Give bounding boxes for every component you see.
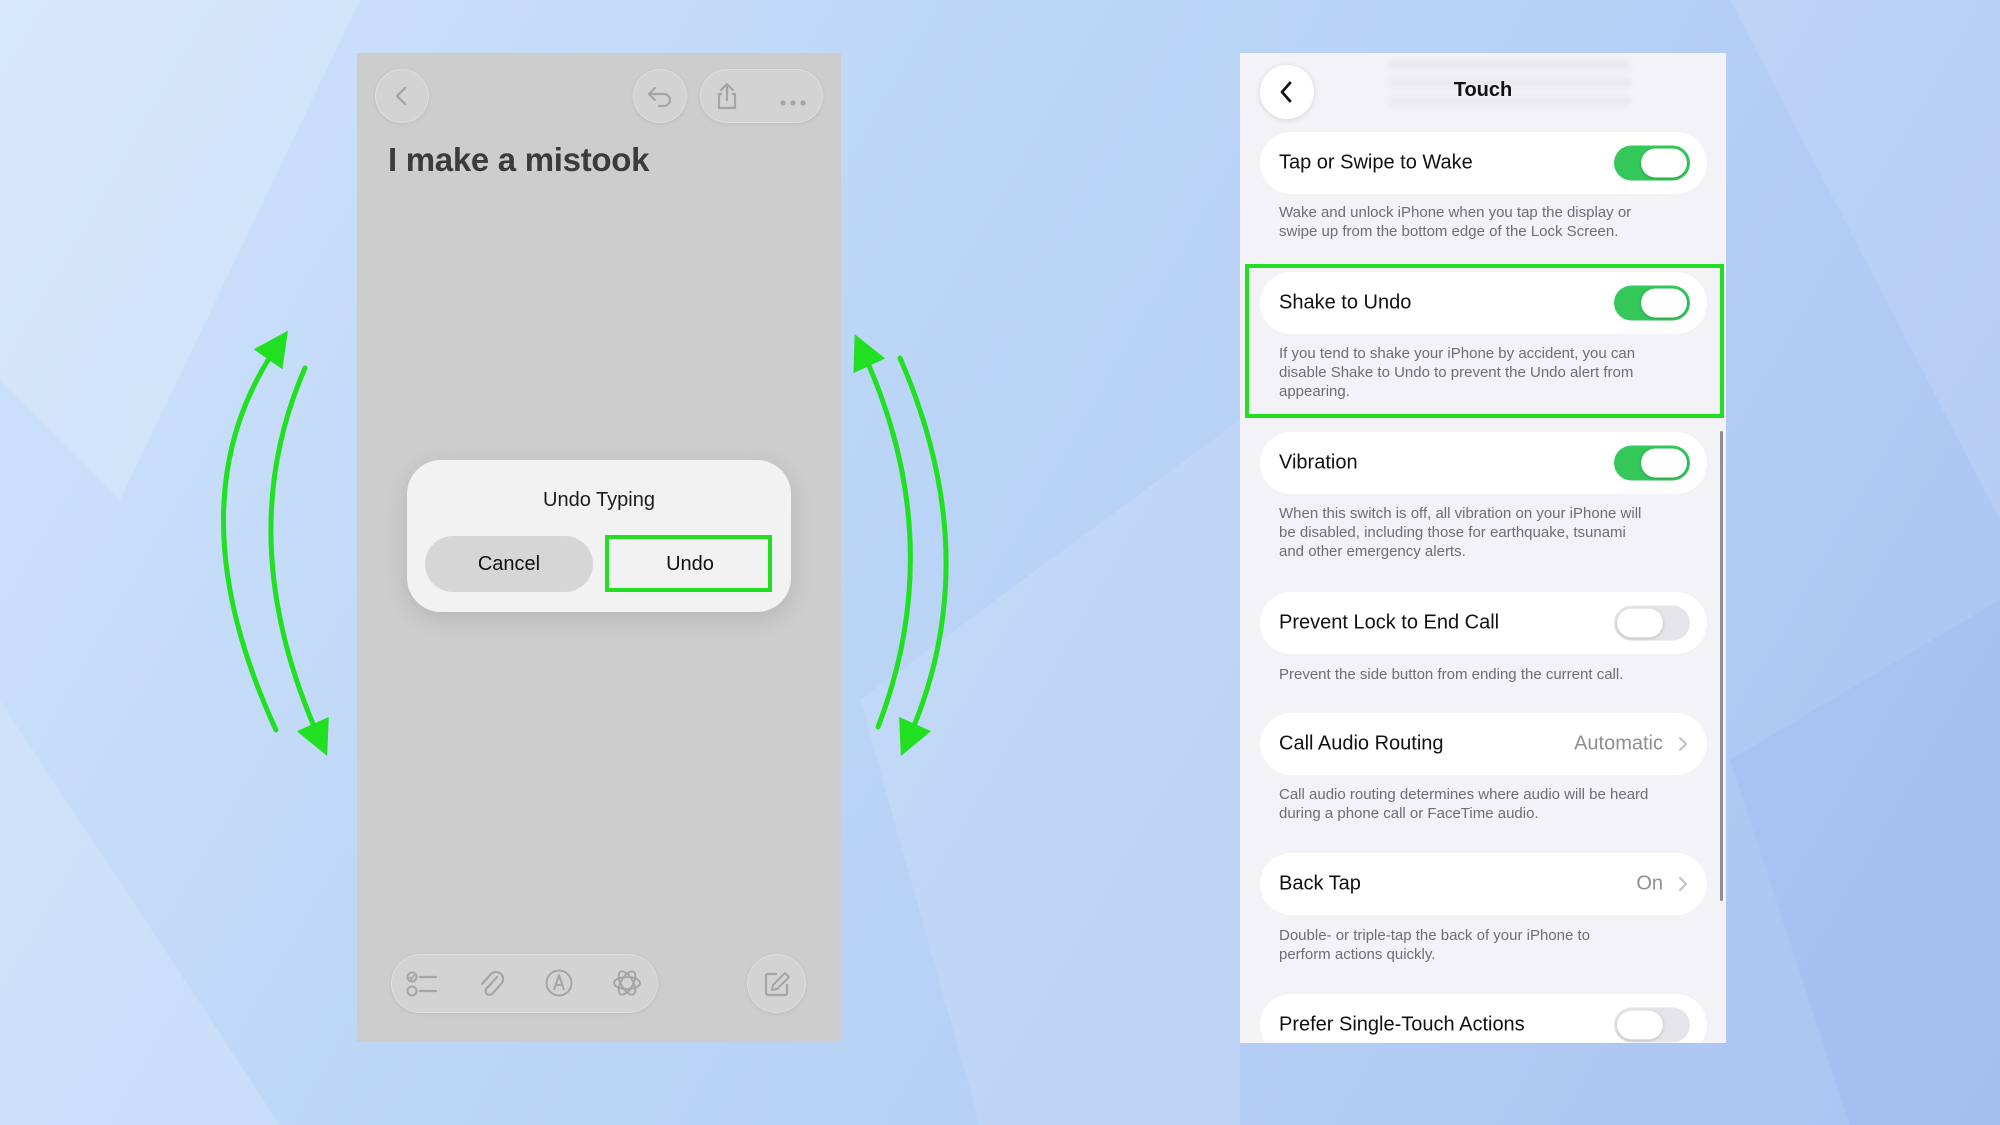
row-back-tap[interactable]: Back Tap On (1260, 853, 1707, 915)
row-label: Prevent Lock to End Call (1279, 611, 1500, 634)
row-call-audio-routing[interactable]: Call Audio Routing Automatic (1260, 713, 1707, 775)
row-footer: When this switch is off, all vibration o… (1279, 505, 1642, 560)
row-prefer-single-touch: Prefer Single-Touch Actions (1260, 994, 1707, 1043)
shake-arrow-right-up-icon (853, 334, 913, 730)
row-value: Automatic (1574, 732, 1663, 755)
tap-swipe-wake-toggle[interactable] (1614, 145, 1690, 181)
single-touch-toggle[interactable] (1614, 1007, 1690, 1043)
settings-title: Touch (1453, 79, 1513, 101)
row-prevent-lock-end-call: Prevent Lock to End Call (1260, 592, 1707, 654)
scroll-indicator[interactable] (1720, 431, 1723, 901)
vibration-toggle[interactable] (1614, 445, 1690, 481)
shake-arrow-left-down-icon (268, 365, 329, 756)
shake-to-undo-highlight-box (1245, 264, 1724, 418)
chevron-right-icon (1678, 876, 1688, 892)
prevent-lock-toggle[interactable] (1614, 605, 1690, 641)
row-value: On (1636, 872, 1663, 895)
chevron-right-icon (1678, 736, 1688, 752)
row-label: Prefer Single-Touch Actions (1279, 1013, 1525, 1036)
row-vibration: Vibration (1260, 432, 1707, 494)
row-label: Back Tap (1279, 872, 1361, 895)
shake-arrow-right-down-icon (897, 355, 949, 756)
touch-settings-screen: Touch Tap or Swipe to Wake Wake and unlo… (1240, 53, 1726, 1043)
row-label: Call Audio Routing (1279, 732, 1444, 755)
row-footer: Call audio routing determines where audi… (1279, 786, 1649, 822)
row-footer: Prevent the side button from ending the … (1279, 666, 1624, 683)
row-footer: Double- or triple-tap the back of your i… (1279, 927, 1591, 963)
row-label: Vibration (1279, 451, 1358, 474)
row-footer: Wake and unlock iPhone when you tap the … (1279, 204, 1632, 240)
row-label: Tap or Swipe to Wake (1279, 151, 1473, 174)
row-tap-swipe-wake: Tap or Swipe to Wake (1260, 132, 1707, 194)
